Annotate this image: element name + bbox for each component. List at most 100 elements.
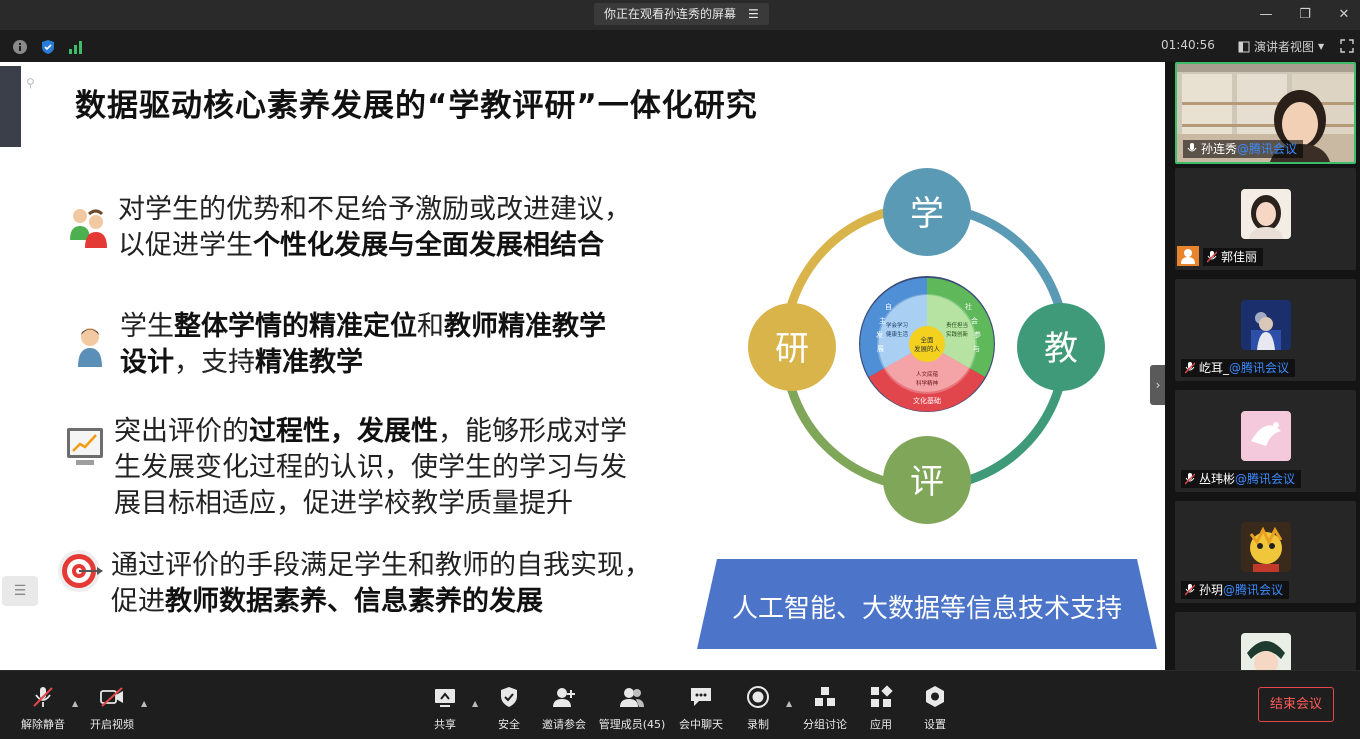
chat-button[interactable]: 会中聊天	[678, 685, 724, 732]
unmute-label: 解除静音	[21, 718, 65, 731]
fullscreen-icon[interactable]	[1340, 39, 1354, 53]
participant-org: @腾讯会议	[1237, 142, 1298, 156]
screen-share-status[interactable]: 你正在观看孙连秀的屏幕 ☰	[594, 3, 769, 25]
participant-org: @腾讯会议	[1235, 472, 1296, 486]
add-user-icon	[553, 688, 575, 707]
node-yan-label: 研	[775, 329, 809, 369]
invite-label: 邀请参会	[542, 718, 586, 731]
unmute-button[interactable]: 解除静音	[20, 685, 66, 732]
bullet-4-text: 促进	[111, 586, 165, 617]
avatar	[1241, 300, 1291, 350]
core-center-line1: 全面	[921, 335, 935, 344]
student-icon	[78, 328, 102, 367]
participant-name-tag: 屹耳_@腾讯会议	[1181, 359, 1296, 377]
settings-label: 设置	[924, 718, 946, 731]
people-icon	[70, 209, 107, 248]
apps-button[interactable]: 应用	[867, 685, 895, 732]
settings-button[interactable]: 设置	[921, 685, 949, 732]
participant-tile[interactable]	[1175, 612, 1356, 670]
apps-label: 应用	[870, 718, 892, 731]
breakout-button[interactable]: 分组讨论	[802, 685, 848, 732]
presenter-sidebar-strip	[0, 66, 21, 147]
info-icon[interactable]	[12, 39, 28, 55]
participant-tile[interactable]: 丛玮彬@腾讯会议	[1175, 390, 1356, 492]
ring-right-label: 社	[965, 302, 972, 311]
restore-icon[interactable]: ❐	[1294, 4, 1316, 26]
avatar	[1241, 189, 1291, 239]
share-menu-icon[interactable]: ☰	[748, 3, 759, 25]
security-label: 安全	[498, 718, 520, 731]
chat-label: 会中聊天	[679, 718, 723, 731]
core-literacy-emblem: 全面 发展的人 学会学习 健康生活 责任担当 实践创新 人文底蕴 科学精神 自 …	[859, 276, 995, 412]
bullet-2-text-b: 和	[417, 311, 444, 342]
core-b-2: 科学精神	[916, 379, 939, 387]
bullet-2-text-c: ，支持	[174, 347, 255, 378]
participant-tile[interactable]: 孙玥@腾讯会议	[1175, 501, 1356, 603]
chart-monitor-icon	[67, 428, 103, 465]
minimize-icon[interactable]: —	[1255, 4, 1277, 26]
node-ping: 评	[883, 436, 971, 524]
apps-icon	[871, 685, 893, 707]
view-mode-selector[interactable]: 演讲者视图 ▼	[1238, 38, 1324, 55]
end-meeting-button[interactable]: 结束会议	[1258, 687, 1334, 722]
slide-list-button[interactable]: ☰	[2, 576, 38, 606]
manage-members-button[interactable]: 管理成员(45)	[598, 685, 666, 732]
mic-muted-icon	[1207, 251, 1217, 263]
core-tr-2: 实践创新	[946, 330, 969, 338]
participant-tile[interactable]: 屹耳_@腾讯会议	[1175, 279, 1356, 381]
shared-screen: ⚲ 数据驱动核心素养发展的“学教评研”一体化研究 对学生的优势和不足给予激励或改…	[0, 62, 1165, 670]
participant-tile[interactable]: 郭佳丽	[1175, 168, 1356, 270]
mic-muted-icon	[1185, 362, 1195, 374]
security-button[interactable]: 安全	[494, 685, 524, 732]
close-icon[interactable]: ✕	[1333, 4, 1355, 26]
bullet-2: 学生整体学情的精准定位和教师精准教学 设计，支持精准教学	[120, 309, 606, 381]
breakout-rooms-icon	[815, 687, 835, 706]
node-ping-label: 评	[910, 462, 944, 502]
bullet-3-text-a: 突出评价的	[114, 416, 249, 447]
collapse-panel-button[interactable]: ›	[1150, 365, 1166, 405]
video-options-caret[interactable]: ▲	[141, 699, 147, 708]
ring-bottom-label: 文化基础	[913, 396, 941, 405]
invite-button[interactable]: 邀请参会	[540, 685, 588, 732]
avatar	[1241, 522, 1291, 572]
bullet-2-emphasis-a: 整体学情的精准定位	[174, 311, 417, 342]
pin-icon[interactable]: ⚲	[26, 76, 38, 90]
node-jiao: 教	[1017, 303, 1105, 391]
mic-muted-icon	[1185, 584, 1195, 596]
bullet-3: 突出评价的过程性，发展性，能够形成对学 生发展变化过程的认识，使学生的学习与发 …	[114, 414, 627, 522]
participant-name: 郭佳丽	[1221, 250, 1258, 264]
start-video-label: 开启视频	[90, 718, 134, 731]
record-button[interactable]: 录制	[744, 685, 772, 732]
start-video-button[interactable]: 开启视频	[88, 685, 136, 732]
bullet-4-emphasis: 教师数据素养、信息素养的发展	[165, 586, 543, 617]
participant-tile[interactable]: 孙连秀@腾讯会议	[1175, 62, 1356, 164]
bullet-2-text-a: 学生	[120, 311, 174, 342]
ring-left-label-2: 主	[879, 316, 886, 325]
node-jiao-label: 教	[1044, 329, 1078, 369]
bullet-4: 通过评价的手段满足学生和教师的自我实现， 促进教师数据素养、信息素养的发展	[111, 548, 651, 620]
signal-icon[interactable]	[68, 39, 84, 55]
ring-right-label-4: 与	[973, 345, 980, 353]
view-mode-label: 演讲者视图	[1254, 40, 1315, 54]
shield-icon[interactable]	[40, 39, 56, 55]
mic-muted-icon	[33, 687, 53, 707]
share-button[interactable]: 共享	[430, 685, 460, 732]
ring-left-label-3: 发	[876, 330, 883, 339]
meeting-info-bar: 01:40:56 演讲者视图 ▼	[0, 30, 1360, 62]
banner-text: 人工智能、大数据等信息技术支持	[731, 594, 1122, 624]
participant-name-tag: 丛玮彬@腾讯会议	[1181, 470, 1302, 488]
record-icon	[747, 686, 769, 708]
slide-title: 数据驱动核心素养发展的“学教评研”一体化研究	[75, 88, 758, 124]
ring-right-label-3: 参	[974, 330, 981, 339]
layout-icon	[1238, 41, 1250, 52]
node-yan: 研	[748, 303, 836, 391]
manage-members-label: 管理成员(45)	[598, 718, 666, 731]
bullet-2-emphasis-c: 设计	[120, 347, 174, 378]
record-options-caret[interactable]: ▲	[786, 699, 792, 708]
user-icon	[1181, 249, 1195, 264]
participant-name-tag: 孙连秀@腾讯会议	[1183, 140, 1304, 158]
share-options-caret[interactable]: ▲	[472, 699, 478, 708]
audio-options-caret[interactable]: ▲	[72, 699, 78, 708]
bullet-3-line2: 生发展变化过程的认识，使学生的学习与发	[114, 452, 627, 483]
shield-icon	[501, 687, 517, 707]
